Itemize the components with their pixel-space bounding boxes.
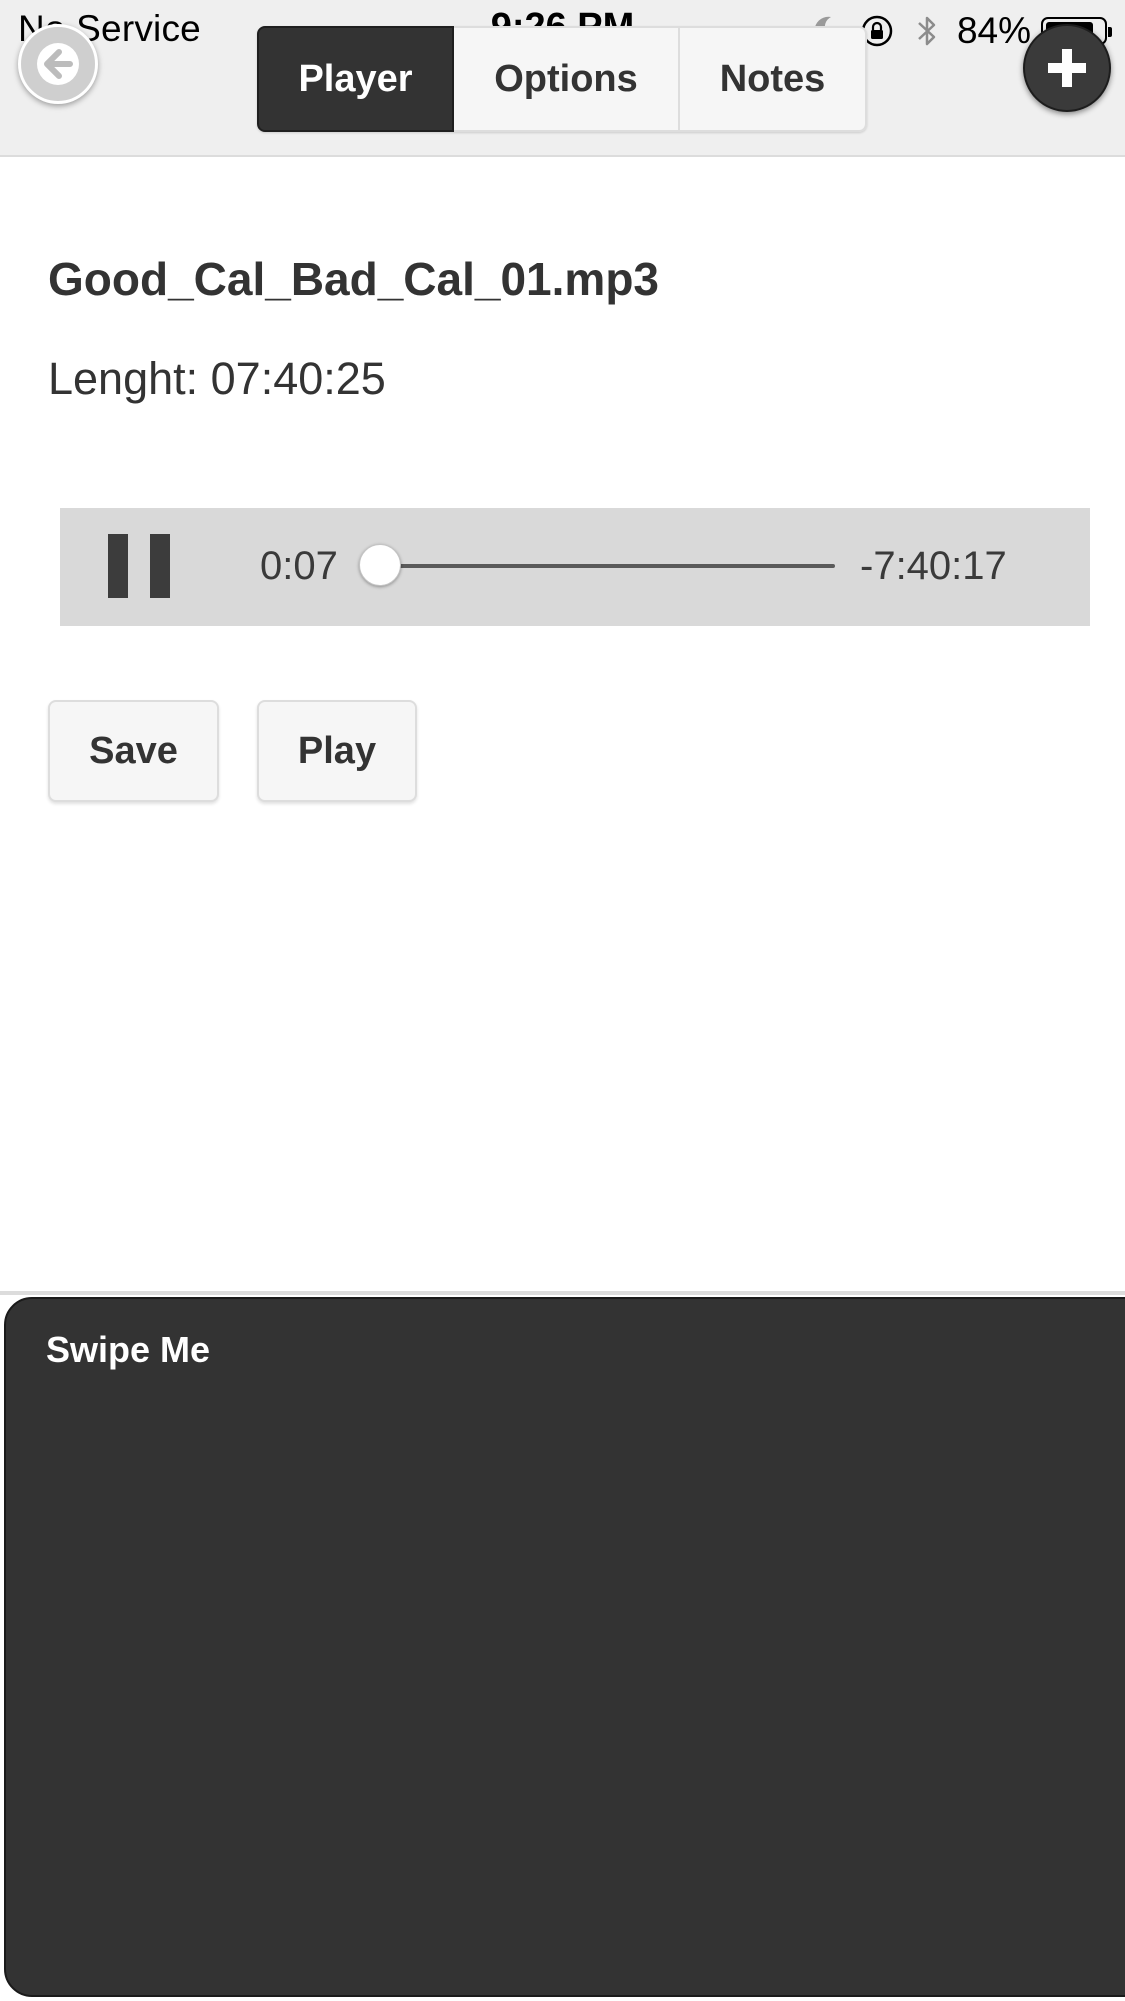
pause-button[interactable]: [106, 534, 176, 600]
tab-notes[interactable]: Notes: [680, 26, 867, 132]
seek-thumb[interactable]: [359, 544, 401, 586]
plus-icon: [1048, 49, 1086, 87]
audio-player: 0:07 -7:40:17: [60, 508, 1090, 626]
back-button[interactable]: [18, 24, 98, 104]
header-bar: No Service 9:26 PM 84%: [0, 0, 1125, 157]
battery-percent-label: 84%: [956, 10, 1031, 51]
tab-options[interactable]: Options: [454, 26, 680, 132]
swipe-panel-label: Swipe Me: [46, 1329, 211, 1370]
play-button[interactable]: Play: [257, 700, 417, 802]
seek-slider[interactable]: [359, 544, 835, 586]
tab-player[interactable]: Player: [257, 26, 454, 132]
remaining-time-label: -7:40:17: [860, 544, 1007, 588]
arrow-left-icon: [37, 43, 79, 85]
current-time-label: 0:07: [260, 544, 338, 588]
tab-bar: Player Options Notes: [257, 26, 867, 132]
panel-divider: [0, 1291, 1125, 1295]
add-button[interactable]: [1023, 24, 1111, 112]
swipe-panel[interactable]: Swipe Me: [4, 1297, 1125, 1997]
file-name-heading: Good_Cal_Bad_Cal_01.mp3: [48, 253, 660, 305]
save-button[interactable]: Save: [48, 700, 219, 802]
bluetooth-icon: [907, 11, 947, 51]
file-length-label: Lenght: 07:40:25: [48, 353, 386, 404]
